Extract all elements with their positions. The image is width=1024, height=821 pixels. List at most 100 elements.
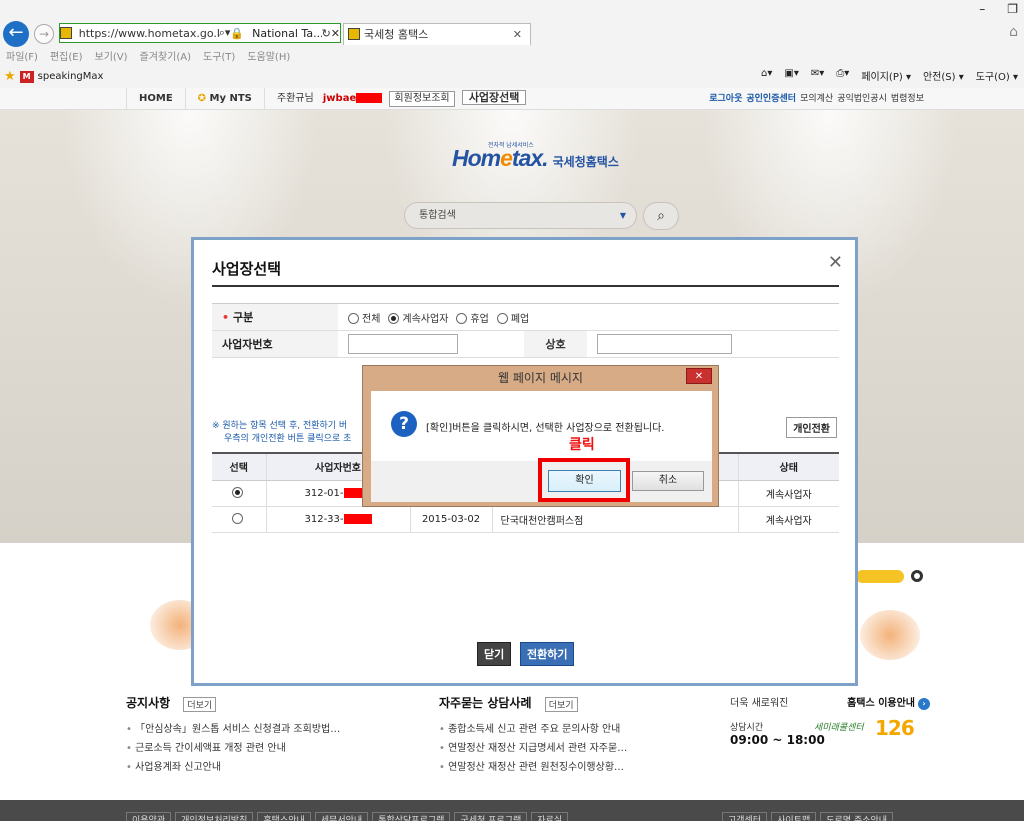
radio-suspended[interactable]: 휴업 bbox=[456, 310, 489, 325]
hint-line: ※ 원하는 항목 선택 후, 전환하기 버 bbox=[212, 421, 348, 431]
column-header: 선택 bbox=[212, 452, 266, 481]
radio-button[interactable] bbox=[496, 313, 508, 324]
search-button[interactable]: ⌕ bbox=[643, 202, 679, 230]
address-url[interactable]: https://www.hometax.go.kr/we bbox=[75, 27, 219, 40]
browser-tab[interactable]: 국세청 홈택스 ✕ bbox=[343, 23, 531, 45]
hint-text: ※ 원하는 항목 선택 후, 전환하기 버 우측의 개인전환 버튼 클릭으로 초 bbox=[212, 420, 351, 446]
menu-view[interactable]: 보기(V) bbox=[95, 48, 128, 63]
row-radio[interactable] bbox=[231, 487, 243, 499]
notice-list: 「안심상속」원스톱 서비스 신청결과 조회방법… 근로소득 간이세액표 개정 관… bbox=[126, 720, 340, 773]
tab-favicon-icon bbox=[348, 28, 360, 40]
column-header: 상태 bbox=[737, 452, 839, 481]
mail-icon[interactable]: ✉▾ bbox=[811, 68, 824, 83]
tab-close-icon[interactable]: ✕ bbox=[513, 24, 522, 45]
close-icon[interactable]: ✕ bbox=[331, 27, 340, 40]
info-label: 더욱 새로워진 bbox=[730, 698, 789, 709]
menu-tools[interactable]: 도구(T) bbox=[203, 48, 235, 63]
biz-no-input[interactable] bbox=[348, 334, 458, 354]
footer-link[interactable]: 개인정보처리방침 bbox=[175, 812, 254, 821]
hometax-info: 더욱 새로워진 홈택스 이용안내 › 상담시간 09:00 ~ 18:00 세미래… bbox=[730, 694, 930, 747]
page-menu[interactable]: 페이지(P) ▾ bbox=[861, 68, 911, 83]
logo-korean: 국세청홈택스 bbox=[552, 155, 619, 169]
list-item[interactable]: 연말정산 재정산 관련 원천징수이행상황… bbox=[439, 758, 627, 773]
name-cell: 단국대천안캠퍼스점 bbox=[491, 506, 738, 533]
list-item[interactable]: 종합소득세 신고 관련 주요 문의사항 안내 bbox=[439, 720, 627, 735]
public-disclosure-link[interactable]: 공익법인공시 bbox=[837, 88, 887, 110]
home-cmd-icon[interactable]: ⌂▾ bbox=[761, 68, 772, 83]
cancel-button[interactable]: 취소 bbox=[632, 471, 704, 491]
search-input[interactable]: 통합검색 ▼ bbox=[404, 202, 637, 229]
radio-button[interactable] bbox=[456, 313, 468, 324]
menu-file[interactable]: 파일(F) bbox=[6, 48, 38, 63]
list-item[interactable]: 근로소득 간이세액표 개정 관련 안내 bbox=[126, 739, 340, 754]
footer: 이용약관 개인정보처리방침 홈택스안내 세무서안내 통합상담프로그램 국세청 프… bbox=[0, 800, 1024, 821]
search-label: 통합검색 bbox=[419, 210, 456, 221]
footer-link[interactable]: 이용약관 bbox=[126, 812, 172, 821]
footer-link[interactable]: 홈택스안내 bbox=[257, 812, 311, 821]
footer-link[interactable]: 통합상담프로그램 bbox=[372, 812, 451, 821]
biz-no-value: 312-01- bbox=[304, 487, 344, 499]
law-info-link[interactable]: 법령정보 bbox=[891, 88, 924, 110]
feeds-icon[interactable]: ▣▾ bbox=[784, 68, 798, 83]
personal-switch-button[interactable]: 개인전환 bbox=[786, 417, 837, 438]
menu-edit[interactable]: 편집(E) bbox=[50, 48, 83, 63]
search-icon[interactable]: ⌕▾ bbox=[219, 26, 231, 40]
footer-link[interactable]: 자료실 bbox=[531, 812, 569, 821]
list-item[interactable]: 「안심상속」원스톱 서비스 신청결과 조회방법… bbox=[126, 720, 340, 735]
radio-label: 폐업 bbox=[510, 313, 530, 325]
member-info-button[interactable]: 회원정보조회 bbox=[389, 91, 455, 107]
hometax-guide-link[interactable]: 홈택스 이용안내 › bbox=[847, 694, 930, 710]
footer-link[interactable]: 사이트맵 bbox=[771, 812, 817, 821]
menu-help[interactable]: 도움말(H) bbox=[247, 48, 290, 63]
biz-select-button[interactable]: 사업장선택 bbox=[461, 90, 527, 105]
nav-home[interactable]: HOME bbox=[126, 88, 185, 110]
favorites-star-icon[interactable]: ★ bbox=[4, 69, 16, 84]
speakingmax-icon: M bbox=[19, 70, 34, 83]
table-row[interactable]: 312-33- 2015-03-02 단국대천안캠퍼스점 계속사업자 bbox=[212, 506, 839, 533]
list-item[interactable]: 사업용계좌 신고안내 bbox=[126, 758, 340, 773]
forward-button[interactable]: → bbox=[34, 24, 54, 44]
list-item[interactable]: 연말정산 재정산 지급명세서 관련 자주묻… bbox=[439, 739, 627, 754]
safety-menu[interactable]: 안전(S) ▾ bbox=[923, 68, 964, 83]
name-input[interactable] bbox=[597, 334, 732, 354]
address-bar[interactable]: https://www.hometax.go.kr/we ⌕▾ 🔒 Nation… bbox=[59, 23, 341, 43]
search-icon: ⌕ bbox=[657, 208, 665, 224]
close-button[interactable]: 닫기 bbox=[477, 642, 512, 666]
footer-link[interactable]: 국세청 프로그램 bbox=[454, 812, 528, 821]
notice-more-button[interactable]: 더보기 bbox=[183, 696, 217, 712]
nav-mynts[interactable]: ✪ My NTS bbox=[184, 88, 264, 110]
back-button[interactable]: ← bbox=[3, 21, 29, 47]
chevron-down-icon[interactable]: ▼ bbox=[620, 203, 626, 228]
print-icon[interactable]: ⎙▾ bbox=[836, 68, 849, 83]
refresh-icon[interactable]: ↻ bbox=[322, 27, 331, 40]
ok-button[interactable]: 확인 bbox=[548, 470, 621, 492]
favorite-link[interactable]: speakingMax bbox=[38, 71, 104, 82]
radio-all[interactable]: 전체 bbox=[348, 310, 380, 325]
site-nav: HOME ✪ My NTS 주환규님 jwbae 회원정보조회 사업장선택 bbox=[126, 88, 534, 110]
minimize-icon[interactable]: – bbox=[979, 2, 985, 16]
restore-icon[interactable]: ❐ bbox=[1007, 2, 1018, 16]
row-radio[interactable] bbox=[231, 513, 243, 525]
radio-button[interactable] bbox=[388, 313, 400, 324]
dialog-close-icon[interactable]: ✕ bbox=[686, 368, 712, 384]
radio-closed[interactable]: 폐업 bbox=[496, 310, 530, 325]
radio-continuing[interactable]: 계속사업자 bbox=[388, 310, 448, 325]
menu-favorites[interactable]: 즐겨찾기(A) bbox=[140, 48, 191, 63]
hometax-logo[interactable]: 전자적 납세서비스 Hometax. 국세청홈택스 bbox=[452, 143, 619, 172]
tools-menu[interactable]: 도구(O) ▾ bbox=[976, 68, 1018, 83]
select-cell[interactable] bbox=[212, 506, 266, 533]
footer-link[interactable]: 도로명 주소안내 bbox=[820, 812, 894, 821]
close-icon[interactable]: ✕ bbox=[828, 252, 843, 273]
cert-center-link[interactable]: 공인인증센터 bbox=[746, 88, 796, 110]
faq-more-button[interactable]: 더보기 bbox=[544, 696, 578, 712]
type-label-text: 구분 bbox=[233, 311, 254, 324]
home-icon[interactable]: ⌂ bbox=[1009, 24, 1018, 40]
logout-link[interactable]: 로그아웃 bbox=[709, 88, 742, 110]
radio-button[interactable] bbox=[348, 313, 359, 324]
select-cell[interactable] bbox=[212, 480, 266, 507]
footer-link[interactable]: 고객센터 bbox=[722, 812, 768, 821]
footer-link[interactable]: 세무서안내 bbox=[314, 812, 369, 821]
stop-icon[interactable] bbox=[911, 570, 923, 582]
switch-button[interactable]: 전환하기 bbox=[520, 642, 575, 666]
simulation-link[interactable]: 모의계산 bbox=[800, 88, 833, 110]
